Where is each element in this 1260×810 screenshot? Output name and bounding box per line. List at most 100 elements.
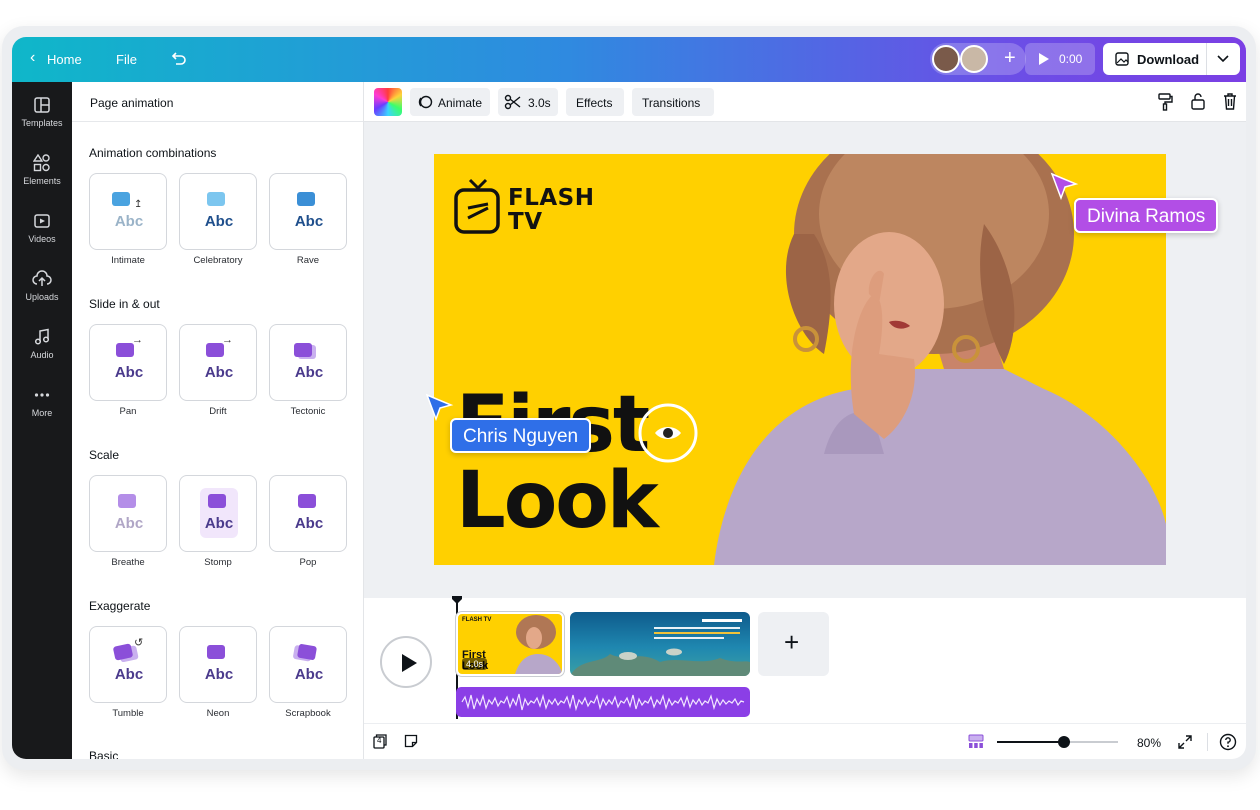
grid-view-icon[interactable]: [968, 734, 984, 749]
zoom-level[interactable]: 80%: [1137, 736, 1161, 750]
animation-tile-tectonic[interactable]: Abc: [269, 324, 347, 401]
timeline-play-button[interactable]: [380, 636, 432, 688]
avatar[interactable]: [960, 45, 988, 73]
tile-label: Drift: [209, 406, 227, 417]
timeline-clip-2[interactable]: [570, 612, 750, 676]
clip-thumbnail: [515, 615, 562, 674]
zoom-slider[interactable]: [997, 736, 1118, 748]
eye-icon: [638, 403, 698, 463]
color-picker-icon[interactable]: [374, 88, 402, 116]
animation-tile-drift[interactable]: → Abc: [179, 324, 257, 401]
rail-item-more[interactable]: More: [12, 386, 72, 438]
rail-item-videos[interactable]: Videos: [12, 212, 72, 264]
add-clip-button[interactable]: +: [758, 612, 829, 676]
duration-button[interactable]: 3.0s: [498, 88, 558, 116]
add-collaborator-icon[interactable]: +: [1004, 47, 1016, 70]
tile-label: Intimate: [111, 255, 145, 266]
image-icon: [297, 192, 315, 206]
animation-tile-tumble[interactable]: ↺ Abc: [89, 626, 167, 703]
fullscreen-icon[interactable]: [1178, 735, 1192, 749]
top-bar: ‹ Home File + 0:00 Download: [12, 37, 1246, 82]
animation-tile-celebratory[interactable]: Abc: [179, 173, 257, 250]
notes-icon[interactable]: [404, 734, 418, 748]
tile-abc: Abc: [114, 364, 144, 381]
video-icon: [34, 214, 50, 228]
image-icon: [296, 643, 318, 661]
arrow-right-icon: →: [222, 334, 233, 346]
rail-item-label: Audio: [30, 350, 54, 360]
collaborator-avatars[interactable]: +: [930, 43, 1026, 75]
rail-item-uploads[interactable]: Uploads: [12, 270, 72, 322]
undo-icon[interactable]: [170, 52, 186, 66]
image-icon: [207, 192, 225, 206]
preview-play-button[interactable]: 0:00: [1025, 43, 1095, 75]
download-button[interactable]: Download: [1103, 43, 1240, 75]
tile-abc: Abc: [294, 515, 324, 532]
home-link[interactable]: Home: [47, 52, 82, 67]
clip-reef-image: [570, 648, 750, 676]
audio-waveform: [461, 693, 745, 712]
rail-item-templates[interactable]: Templates: [12, 96, 72, 148]
tile-abc: Abc: [114, 213, 144, 230]
animation-tile-intimate[interactable]: ↥ Abc: [89, 173, 167, 250]
paint-roller-icon[interactable]: [1158, 93, 1174, 111]
timeline-panel: FLASH TV First Look 4.0s +: [364, 596, 1246, 759]
avatar[interactable]: [932, 45, 960, 73]
scissors-icon: [504, 94, 521, 110]
image-icon: [118, 494, 136, 508]
tile-label: Stomp: [204, 557, 232, 568]
panel-title: Page animation: [90, 96, 174, 110]
arrow-right-icon: →: [132, 334, 143, 346]
panel-header: Page animation: [72, 82, 363, 122]
tile-abc: Abc: [294, 213, 324, 230]
animation-tile-neon[interactable]: Abc: [179, 626, 257, 703]
transitions-button[interactable]: Transitions: [632, 88, 714, 116]
animate-label: Animate: [438, 96, 483, 110]
audio-track[interactable]: [456, 687, 750, 717]
tile-label: Tectonic: [290, 406, 326, 417]
download-label: Download: [1137, 52, 1200, 67]
clip-text-line: [654, 637, 724, 639]
animation-tile-stomp[interactable]: Abc: [179, 475, 257, 552]
brand-line-2: TV: [508, 209, 543, 235]
tile-abc: Abc: [204, 515, 234, 532]
chevron-left-icon[interactable]: ‹: [30, 49, 35, 67]
tile-abc: Abc: [294, 666, 324, 683]
clip-duration: 4.0s: [462, 658, 488, 670]
animation-tile-pan[interactable]: → Abc: [89, 324, 167, 401]
tile-label: Scrapbook: [285, 708, 331, 719]
animate-button[interactable]: Animate: [410, 88, 490, 116]
file-menu[interactable]: File: [116, 52, 137, 67]
animation-tile-rave[interactable]: Abc: [269, 173, 347, 250]
image-icon: [1115, 52, 1129, 66]
section-title: Exaggerate: [89, 599, 151, 613]
chevron-down-icon[interactable]: [1217, 55, 1229, 63]
help-icon[interactable]: [1219, 733, 1237, 751]
side-rail: Templates Elements Videos Uploads Audio …: [12, 82, 72, 759]
image-icon: [294, 343, 312, 357]
animation-tile-pop[interactable]: Abc: [269, 475, 347, 552]
zoom-slider-thumb[interactable]: [1057, 736, 1070, 748]
cursor-arrow-icon: [425, 393, 454, 422]
context-toolbar: Animate 3.0s Effects Transitions: [364, 82, 1246, 122]
trash-icon[interactable]: [1222, 92, 1238, 110]
clip-text-line: [654, 627, 740, 629]
design-canvas[interactable]: FLASH TV First Look: [434, 154, 1166, 565]
unlock-icon[interactable]: [1190, 92, 1206, 110]
zoom-slider-fill: [997, 741, 1064, 743]
templates-icon: [34, 97, 50, 113]
rail-item-label: More: [31, 408, 53, 418]
rail-item-audio[interactable]: Audio: [12, 328, 72, 380]
cursor-arrow-icon: [1050, 172, 1079, 201]
tile-label: Neon: [206, 708, 230, 719]
rail-item-elements[interactable]: Elements: [12, 154, 72, 206]
section-title: Scale: [89, 448, 120, 462]
timeline-clip-1[interactable]: FLASH TV First Look 4.0s: [456, 612, 564, 676]
animation-panel: Page animation Animation combinations ↥ …: [72, 82, 364, 759]
tile-label: Tumble: [112, 708, 144, 719]
clip-brand: FLASH TV: [462, 617, 492, 623]
animation-tile-scrapbook[interactable]: Abc: [269, 626, 347, 703]
animation-tile-breathe[interactable]: Abc: [89, 475, 167, 552]
effects-button[interactable]: Effects: [566, 88, 624, 116]
rail-item-label: Uploads: [25, 292, 59, 302]
